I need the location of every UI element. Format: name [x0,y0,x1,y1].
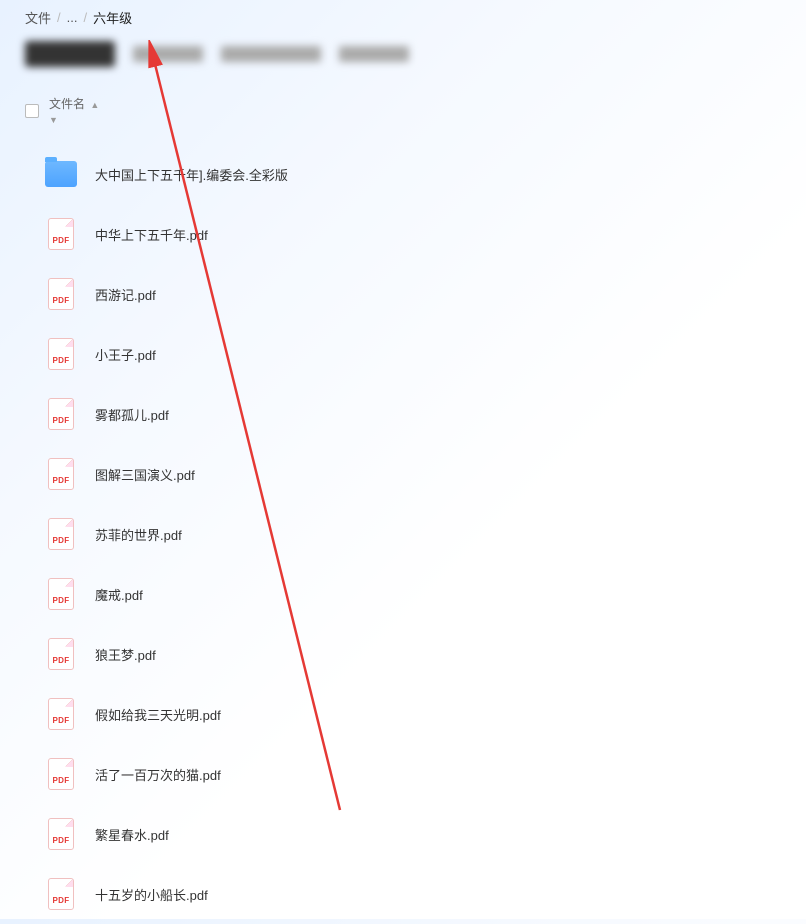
breadcrumb-sep: / [83,10,87,25]
file-name: 苏菲的世界.pdf [95,525,182,544]
file-row[interactable]: PDF 中华上下五千年.pdf [45,204,781,264]
file-name: 西游记.pdf [95,285,156,304]
file-row[interactable]: PDF 雾都孤儿.pdf [45,384,781,444]
file-name: 十五岁的小船长.pdf [95,885,208,904]
file-name: 中华上下五千年.pdf [95,225,208,244]
pdf-icon: PDF [45,578,77,610]
pdf-icon: PDF [45,818,77,850]
file-row[interactable]: PDF 小王子.pdf [45,324,781,384]
pdf-icon: PDF [45,698,77,730]
file-row[interactable]: PDF 活了一百万次的猫.pdf [45,744,781,804]
pdf-icon: PDF [45,518,77,550]
pdf-icon: PDF [45,218,77,250]
file-row[interactable]: PDF 狼王梦.pdf [45,624,781,684]
file-row[interactable]: PDF 图解三国演义.pdf [45,444,781,504]
breadcrumb: 文件 / ... / 六年级 [0,0,806,33]
folder-icon [45,158,77,190]
file-row[interactable]: PDF 西游记.pdf [45,264,781,324]
file-row[interactable]: PDF 苏菲的世界.pdf [45,504,781,564]
file-list: 大中国上下五千年].编委会.全彩版 PDF 中华上下五千年.pdf PDF 西游记.pd… [0,134,806,924]
blurred-button[interactable] [221,46,321,62]
blurred-button[interactable] [25,41,115,67]
pdf-icon: PDF [45,338,77,370]
pdf-icon: PDF [45,398,77,430]
file-name: 繁星春水.pdf [95,825,169,844]
breadcrumb-root[interactable]: 文件 [25,8,51,27]
file-row[interactable]: PDF 魔戒.pdf [45,564,781,624]
file-name: 图解三国演义.pdf [95,465,195,484]
file-name: 假如给我三天光明.pdf [95,705,221,724]
pdf-icon: PDF [45,878,77,910]
file-name: 小王子.pdf [95,345,156,364]
select-all-checkbox[interactable] [25,104,39,118]
file-row[interactable]: 大中国上下五千年].编委会.全彩版 [45,144,781,204]
column-name-header[interactable]: 文件名 ▲▼ [49,95,99,126]
file-name: 狼王梦.pdf [95,645,156,664]
pdf-icon: PDF [45,758,77,790]
list-header: 文件名 ▲▼ [0,87,806,134]
blurred-button[interactable] [339,46,409,62]
file-row[interactable]: PDF 假如给我三天光明.pdf [45,684,781,744]
blurred-button[interactable] [133,46,203,62]
file-name: 雾都孤儿.pdf [95,405,169,424]
file-row[interactable]: PDF 繁星春水.pdf [45,804,781,864]
breadcrumb-sep: / [57,10,61,25]
pdf-icon: PDF [45,278,77,310]
breadcrumb-ellipsis[interactable]: ... [67,10,78,25]
file-name: 大中国上下五千年].编委会.全彩版 [95,165,288,184]
file-name: 活了一百万次的猫.pdf [95,765,221,784]
toolbar [0,33,806,87]
breadcrumb-current[interactable]: 六年级 [93,8,132,27]
pdf-icon: PDF [45,458,77,490]
file-name: 魔戒.pdf [95,585,143,604]
file-row[interactable]: PDF 十五岁的小船长.pdf [45,864,781,924]
pdf-icon: PDF [45,638,77,670]
